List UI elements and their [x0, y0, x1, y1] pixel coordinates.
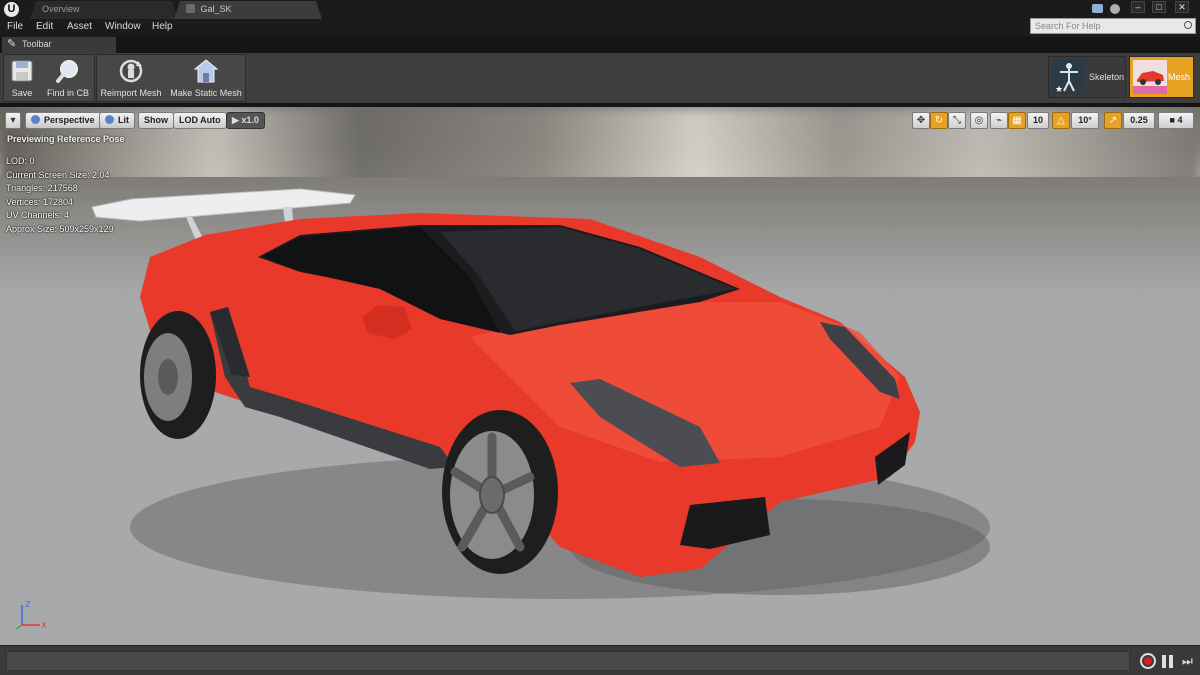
record-button[interactable] — [1140, 653, 1156, 669]
stat-lod: LOD: 0 — [6, 156, 35, 166]
tab-overview[interactable]: Overview — [30, 1, 178, 19]
menu-help[interactable]: Help — [152, 21, 173, 32]
scale-mode-icon[interactable]: ⤡ — [948, 112, 966, 129]
lod-auto-label: LOD Auto — [179, 115, 221, 125]
menu-window[interactable]: Window — [105, 21, 141, 32]
mesh-mode-button[interactable]: Mesh — [1129, 56, 1194, 98]
playback-speed-button[interactable]: ▶ x1.0 — [226, 112, 265, 129]
rotation-snap-value[interactable]: 10° — [1071, 112, 1099, 129]
asset-toolbar: Save Find in CB Reimport Mesh Make Stati… — [0, 53, 1200, 104]
perspective-label: Perspective — [44, 115, 95, 125]
stat-uv-channels: UV Channels: 4 — [6, 210, 70, 220]
tab-toolbar-label: Toolbar — [22, 39, 52, 49]
x-axis-label: X — [41, 621, 47, 630]
step-forward-button[interactable]: ⏭ — [1182, 655, 1194, 668]
menu-file[interactable]: File — [7, 21, 23, 32]
play-icon: ▶ — [232, 115, 242, 125]
tab-gal-sk-label: Gal_SK — [200, 4, 232, 14]
find-in-cb-label: Find in CB — [46, 88, 90, 98]
unreal-logo-icon: U — [4, 2, 19, 17]
minimize-button[interactable]: – — [1131, 1, 1145, 13]
camera-speed-control[interactable]: ■ 4 — [1158, 112, 1194, 129]
y-axis-line — [15, 624, 23, 630]
close-button[interactable]: ✕ — [1175, 1, 1189, 13]
help-search-input[interactable]: Search For Help — [1030, 18, 1196, 34]
user-icon[interactable] — [1110, 4, 1120, 14]
reimport-mesh-label: Reimport Mesh — [100, 88, 162, 98]
translate-mode-icon[interactable]: ✥ — [912, 112, 930, 129]
reimport-mesh-button[interactable]: Reimport Mesh — [99, 57, 163, 101]
title-bar: U Overview Gal_SK – □ ✕ — [0, 0, 1200, 19]
stat-triangles: Triangles: 217568 — [6, 183, 78, 193]
tab-overview-label: Overview — [42, 4, 80, 14]
toolbar-group-file: Save Find in CB — [3, 54, 95, 102]
mesh-viewport[interactable]: ▾ Perspective Lit Show LOD Auto ▶ x1.0 ✥… — [0, 107, 1200, 645]
tab-toolbar[interactable]: ✎ Toolbar — [2, 37, 116, 53]
save-icon — [11, 60, 33, 82]
world-local-icon[interactable]: ◎ — [970, 112, 988, 129]
lit-label: Lit — [118, 115, 129, 125]
preview-pose-label: Previewing Reference Pose — [7, 134, 125, 144]
static-mesh-house-icon — [193, 59, 219, 83]
scale-snap-icon[interactable]: ↗ — [1104, 112, 1122, 129]
show-button[interactable]: Show — [138, 112, 174, 129]
help-search-placeholder: Search For Help — [1035, 21, 1101, 31]
find-in-cb-button[interactable]: Find in CB — [43, 57, 93, 101]
lit-button[interactable]: Lit — [99, 112, 135, 129]
axis-gizmo: Z X — [15, 600, 47, 630]
timeline-bar: ⏭ — [0, 645, 1200, 675]
scale-snap-value[interactable]: 0.25 — [1123, 112, 1155, 129]
stat-approx-size: Approx Size: 509x259x129 — [6, 223, 114, 234]
save-button[interactable]: Save — [7, 57, 37, 101]
perspective-button[interactable]: Perspective — [25, 112, 101, 129]
stat-vertices: Vertices: 172804 — [6, 196, 74, 207]
mesh-mode-label: Mesh — [1168, 72, 1191, 82]
timeline-scrubber[interactable] — [6, 651, 1130, 671]
mesh-stats: LOD: 0 Current Screen Size: 2.04 Triangl… — [6, 155, 114, 236]
maximize-button[interactable]: □ — [1152, 1, 1166, 13]
stat-screen-size: Current Screen Size: 2.04 — [6, 169, 110, 180]
playback-speed-label: x1.0 — [241, 115, 259, 125]
surface-snap-icon[interactable]: ⌁ — [990, 112, 1008, 129]
car-mesh-preview — [91, 188, 990, 599]
camera-speed-value: 4 — [1177, 115, 1183, 125]
reimport-icon — [119, 59, 143, 83]
make-static-mesh-button[interactable]: Make Static Mesh — [169, 57, 243, 101]
pause-button[interactable] — [1162, 655, 1174, 668]
menu-edit[interactable]: Edit — [36, 21, 53, 32]
skeletal-mesh-icon — [186, 4, 195, 13]
menu-asset[interactable]: Asset — [67, 21, 92, 32]
tab-gal-sk[interactable]: Gal_SK — [174, 1, 322, 19]
perspective-icon — [31, 115, 40, 124]
skeleton-mode-button[interactable]: ★ Skeleton — [1048, 56, 1126, 98]
lod-auto-button[interactable]: LOD Auto — [173, 112, 227, 129]
make-static-mesh-label: Make Static Mesh — [170, 88, 242, 98]
viewport-toolbar: ▾ Perspective Lit Show LOD Auto ▶ x1.0 ✥… — [0, 109, 1200, 131]
feedback-icon[interactable] — [1092, 4, 1103, 13]
rotate-mode-icon[interactable]: ↻ — [930, 112, 948, 129]
show-label: Show — [144, 115, 168, 125]
search-icon — [1184, 21, 1192, 29]
grid-snap-icon[interactable]: ▦ — [1008, 112, 1026, 129]
wrench-icon: ✎ — [7, 38, 17, 50]
grid-snap-value[interactable]: 10 — [1027, 112, 1049, 129]
panel-tab-strip: ✎ Toolbar — [0, 37, 1200, 53]
svg-text:★: ★ — [1055, 85, 1063, 94]
menu-bar: File Edit Asset Window Help — [0, 19, 1200, 37]
skeleton-icon: ★ — [1052, 60, 1086, 94]
viewport-options-dropdown[interactable]: ▾ — [5, 112, 21, 129]
rotation-snap-icon[interactable]: △ — [1052, 112, 1070, 129]
save-label: Save — [11, 88, 33, 98]
mesh-car-thumbnail-icon — [1133, 60, 1167, 94]
z-axis-label: Z — [25, 600, 31, 609]
lit-sphere-icon — [105, 115, 114, 124]
skeleton-mode-label: Skeleton — [1089, 72, 1125, 82]
toolbar-group-mesh: Reimport Mesh Make Static Mesh — [96, 54, 246, 102]
magnifier-icon — [56, 60, 78, 83]
